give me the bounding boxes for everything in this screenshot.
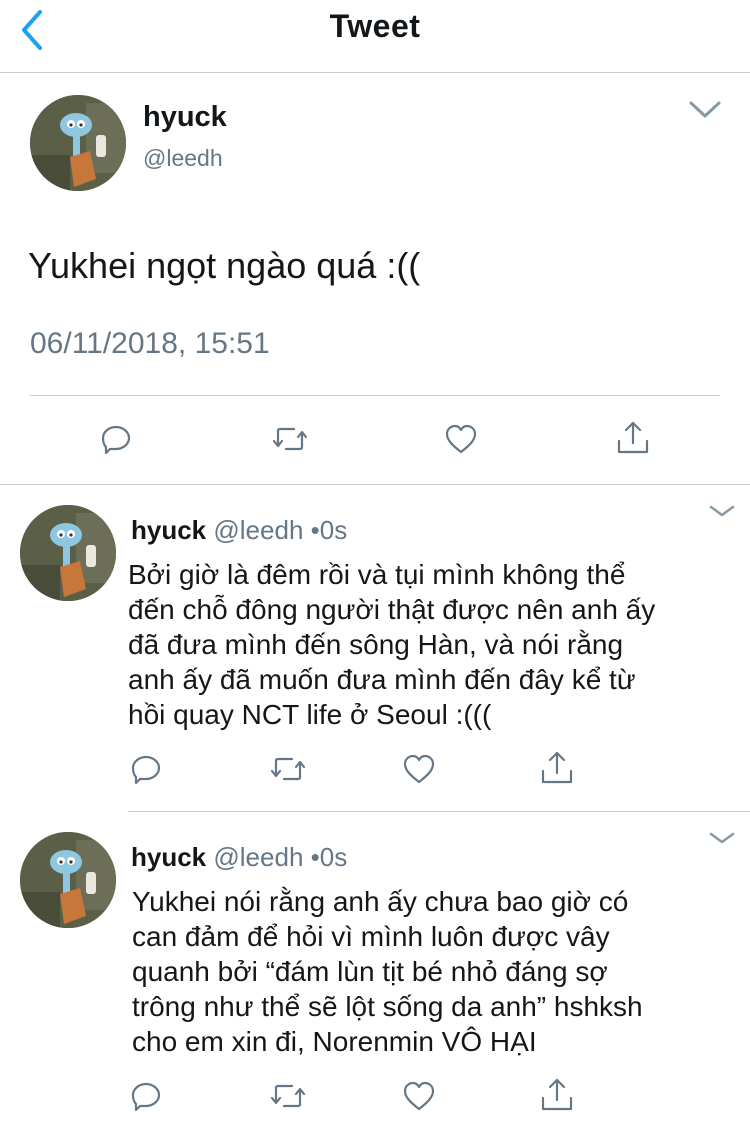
like-button[interactable] bbox=[444, 423, 478, 455]
main-tweet: hyuck @leedh Yukhei ngọt ngào quá :(( 06… bbox=[0, 73, 750, 483]
retweet-button[interactable] bbox=[272, 423, 308, 455]
reply-time: 0s bbox=[319, 842, 348, 872]
reply-header: hyuck @leedh •0s bbox=[131, 842, 347, 873]
like-button[interactable] bbox=[402, 753, 436, 785]
reply-text: Yukhei nói rằng anh ấy chưa bao giờ có c… bbox=[132, 886, 643, 1057]
more-options-button[interactable] bbox=[688, 99, 722, 121]
heart-icon bbox=[403, 1081, 435, 1111]
avatar[interactable] bbox=[20, 505, 116, 601]
reply-tweet[interactable]: hyuck @leedh •0s Bởi giờ là đêm rồi và t… bbox=[0, 485, 750, 811]
chevron-down-icon bbox=[709, 505, 735, 517]
separator-dot: • bbox=[310, 842, 320, 872]
top-bar: Tweet bbox=[0, 0, 750, 73]
author-handle[interactable]: @leedh bbox=[143, 145, 223, 172]
reply-icon bbox=[131, 1082, 161, 1112]
retweet-icon bbox=[270, 757, 306, 781]
share-button[interactable] bbox=[616, 419, 650, 455]
reply-button[interactable] bbox=[100, 423, 132, 455]
reply-icon bbox=[131, 755, 161, 785]
author-name[interactable]: hyuck bbox=[131, 515, 206, 545]
avatar[interactable] bbox=[30, 95, 126, 191]
more-options-button[interactable] bbox=[708, 830, 736, 846]
chevron-down-icon bbox=[689, 101, 721, 118]
heart-icon bbox=[445, 424, 477, 454]
share-icon bbox=[617, 421, 649, 454]
reply-button[interactable] bbox=[130, 753, 162, 785]
share-button[interactable] bbox=[540, 749, 574, 785]
page-title: Tweet bbox=[329, 8, 421, 44]
reply-text: Bởi giờ là đêm rồi và tụi mình không thể… bbox=[128, 559, 656, 730]
retweet-button[interactable] bbox=[270, 753, 306, 785]
divider bbox=[30, 395, 720, 396]
share-icon bbox=[541, 1078, 573, 1111]
heart-icon bbox=[403, 754, 435, 784]
reply-tweet[interactable]: hyuck @leedh •0s Yukhei nói rằng anh ấy … bbox=[0, 812, 750, 1136]
avatar[interactable] bbox=[20, 832, 116, 928]
chevron-down-icon bbox=[709, 832, 735, 844]
author-name[interactable]: hyuck bbox=[143, 101, 227, 134]
tweet-text: Yukhei ngọt ngào quá :(( bbox=[28, 245, 421, 286]
reply-button[interactable] bbox=[130, 1080, 162, 1112]
reply-time: 0s bbox=[319, 515, 348, 545]
retweet-icon bbox=[272, 427, 308, 451]
retweet-icon bbox=[270, 1084, 306, 1108]
author-handle[interactable]: @leedh bbox=[213, 842, 303, 872]
share-icon bbox=[541, 751, 573, 784]
author-name[interactable]: hyuck bbox=[131, 842, 206, 872]
reply-icon bbox=[101, 425, 131, 455]
separator-dot: • bbox=[310, 515, 320, 545]
tweet-timestamp: 06/11/2018, 15:51 bbox=[30, 327, 270, 360]
more-options-button[interactable] bbox=[708, 503, 736, 519]
share-button[interactable] bbox=[540, 1076, 574, 1112]
retweet-button[interactable] bbox=[270, 1080, 306, 1112]
reply-header: hyuck @leedh •0s bbox=[131, 515, 347, 546]
like-button[interactable] bbox=[402, 1080, 436, 1112]
author-handle[interactable]: @leedh bbox=[213, 515, 303, 545]
